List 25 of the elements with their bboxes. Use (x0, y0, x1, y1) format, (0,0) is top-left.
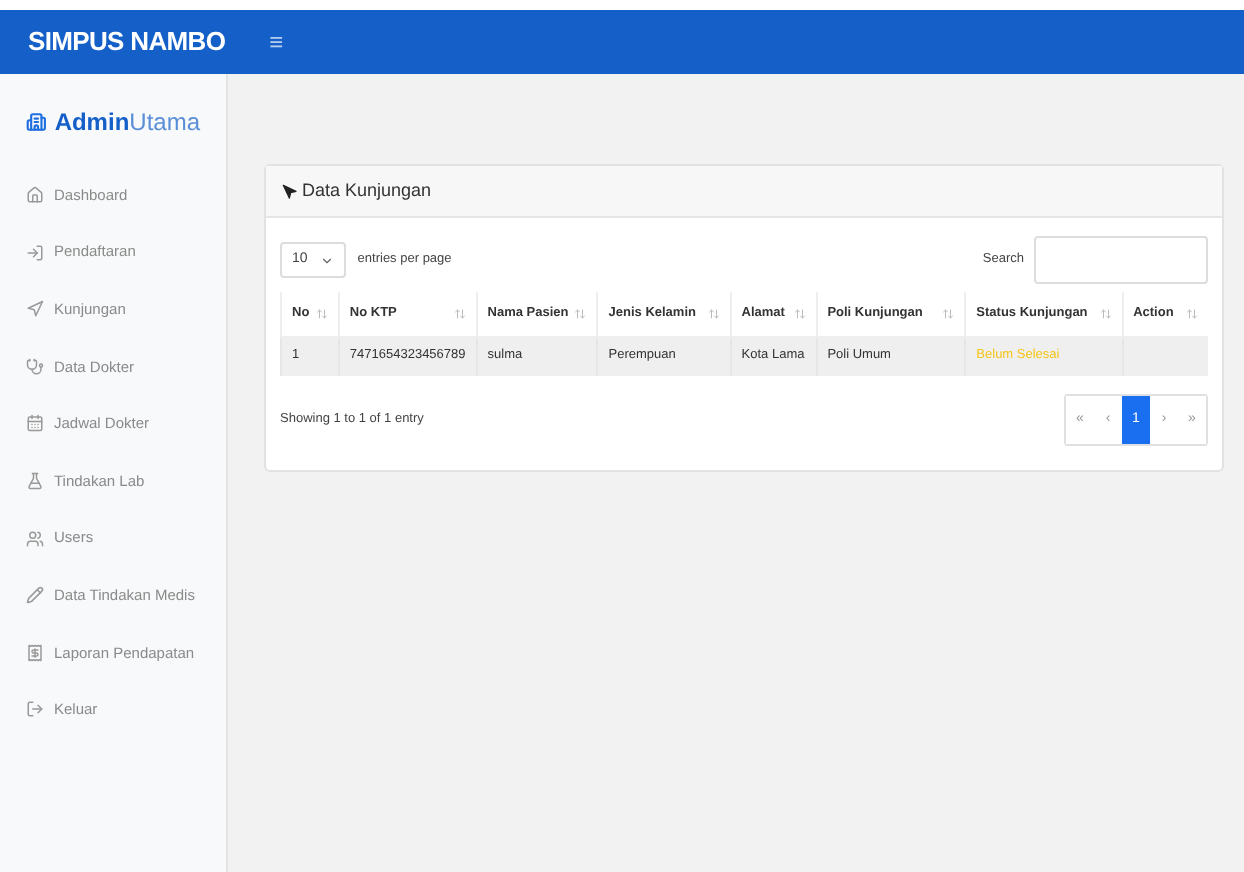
navigation-icon (26, 300, 44, 319)
navigation-icon (282, 183, 298, 199)
search-field[interactable] (1034, 236, 1208, 284)
sort-icon (793, 307, 806, 320)
chevron-down-icon (319, 253, 334, 267)
home-icon (26, 186, 44, 204)
sort-icon (1186, 307, 1198, 320)
flask-icon (26, 471, 44, 490)
calendar-icon (26, 414, 44, 433)
sign-in-icon (26, 243, 44, 262)
sort-icon (942, 307, 955, 320)
logo-text: AdminUtama (54, 106, 200, 140)
users-icon (26, 529, 44, 548)
stethoscope-icon (26, 357, 44, 376)
sort-icon (315, 307, 328, 320)
sort-icon (453, 307, 466, 320)
card-title: Data Kunjungan (302, 177, 432, 204)
sort-icon (574, 307, 587, 320)
brand-title[interactable]: SIMPUS NAMBO (28, 22, 226, 62)
receipt-icon (26, 643, 44, 662)
sort-icon (707, 307, 720, 320)
pencil-icon (26, 586, 44, 605)
logout-icon (26, 700, 44, 719)
menu-toggle-button[interactable]: ≡ (269, 24, 284, 60)
sort-icon (1099, 307, 1112, 320)
